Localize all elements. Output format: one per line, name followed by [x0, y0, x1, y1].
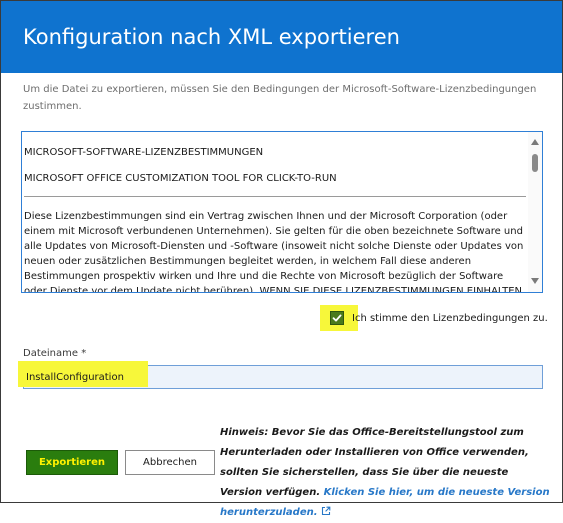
export-button[interactable]: Exportieren: [26, 450, 118, 475]
filename-input[interactable]: [26, 366, 536, 388]
accept-label[interactable]: Ich stimme den Lizenzbedingungen zu.: [352, 312, 548, 326]
dialog-header: Konfiguration nach XML exportieren: [1, 1, 562, 73]
dialog-title: Konfiguration nach XML exportieren: [23, 25, 400, 49]
license-terms-box[interactable]: MICROSOFT-SOFTWARE-LIZENZBESTIMMUNGEN MI…: [21, 131, 543, 293]
accept-checkbox[interactable]: [330, 311, 344, 325]
scroll-down-arrow-icon[interactable]: [531, 278, 539, 284]
filename-label: Dateiname *: [23, 348, 87, 359]
cancel-button[interactable]: Abbrechen: [125, 450, 215, 475]
license-heading-terms: MICROSOFT-SOFTWARE-LIZENZBESTIMMUNGEN: [24, 147, 264, 158]
intro-text: Um die Datei zu exportieren, müssen Sie …: [23, 84, 537, 112]
scroll-thumb[interactable]: [532, 154, 538, 172]
hint-block: Hinweis: Bevor Sie das Office-Bereitstel…: [220, 423, 550, 523]
license-divider: [24, 196, 526, 197]
external-link-icon: [321, 506, 330, 516]
license-scrollbar[interactable]: [528, 132, 542, 292]
checkmark-icon: [332, 314, 342, 322]
filename-field[interactable]: [18, 361, 543, 389]
scroll-up-arrow-icon[interactable]: [531, 139, 539, 145]
license-heading-product: MICROSOFT OFFICE CUSTOMIZATION TOOL FOR …: [24, 173, 337, 184]
license-body-text: Diese Lizenzbestimmungen sind ein Vertra…: [24, 211, 524, 293]
export-dialog: Konfiguration nach XML exportieren Um di…: [0, 0, 563, 518]
